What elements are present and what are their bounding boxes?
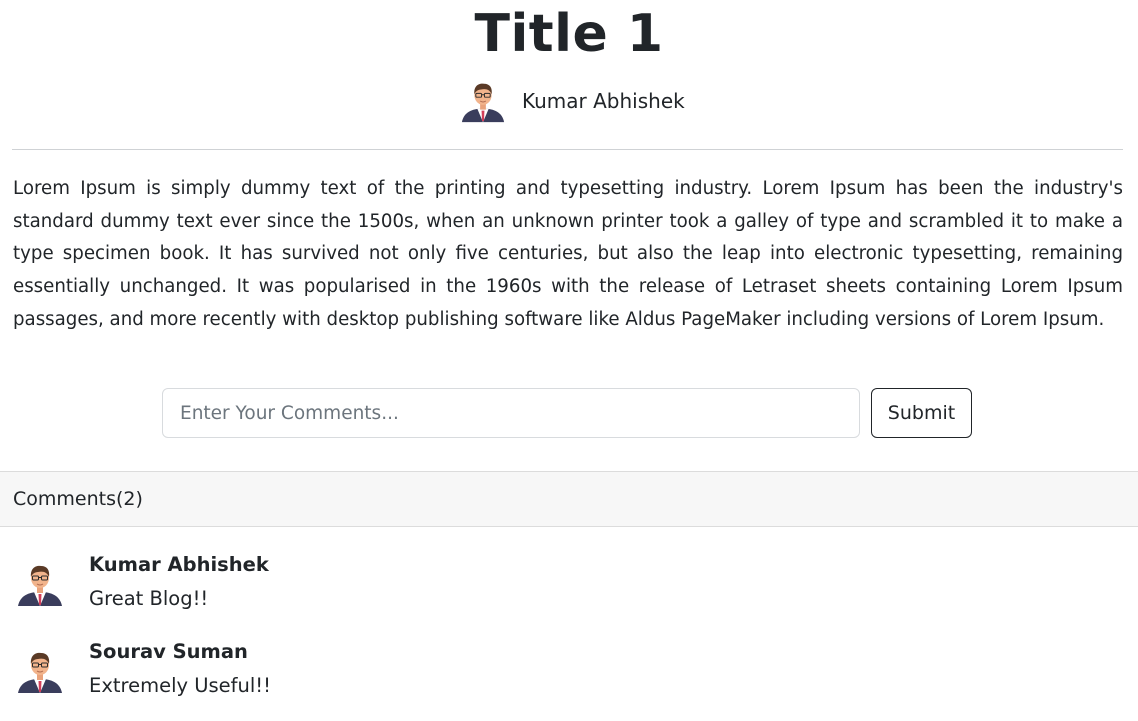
comment-item: Sourav Suman Extremely Useful!!	[16, 635, 271, 702]
comment-content: Kumar Abhishek Great Blog!!	[89, 548, 269, 615]
user-avatar-icon	[461, 83, 505, 123]
comments-count-label: Comments(2)	[13, 488, 143, 510]
submit-button[interactable]: Submit	[871, 388, 972, 438]
user-avatar-icon	[18, 565, 62, 606]
comment-input[interactable]	[162, 388, 860, 438]
user-avatar-icon	[18, 652, 62, 693]
comments-header: Comments(2)	[0, 471, 1138, 527]
post-title: Title 1	[474, 4, 664, 64]
comment-content: Sourav Suman Extremely Useful!!	[89, 635, 271, 702]
comment-author: Sourav Suman	[89, 640, 248, 663]
comment-text: Extremely Useful!!	[89, 674, 271, 697]
comment-avatar	[16, 647, 64, 695]
comment-text: Great Blog!!	[89, 587, 209, 610]
blog-post-page: Title 1 Kumar Abhishek Lorem Ipsum is si…	[0, 0, 1138, 721]
comment-item: Kumar Abhishek Great Blog!!	[16, 548, 269, 615]
comment-author: Kumar Abhishek	[89, 553, 269, 576]
post-author-name: Kumar Abhishek	[522, 89, 685, 113]
title-divider	[12, 149, 1123, 150]
comment-form: Submit	[162, 388, 972, 438]
comment-avatar	[16, 560, 64, 608]
post-body: Lorem Ipsum is simply dummy text of the …	[13, 178, 1123, 330]
post-author: Kumar Abhishek	[460, 78, 685, 124]
